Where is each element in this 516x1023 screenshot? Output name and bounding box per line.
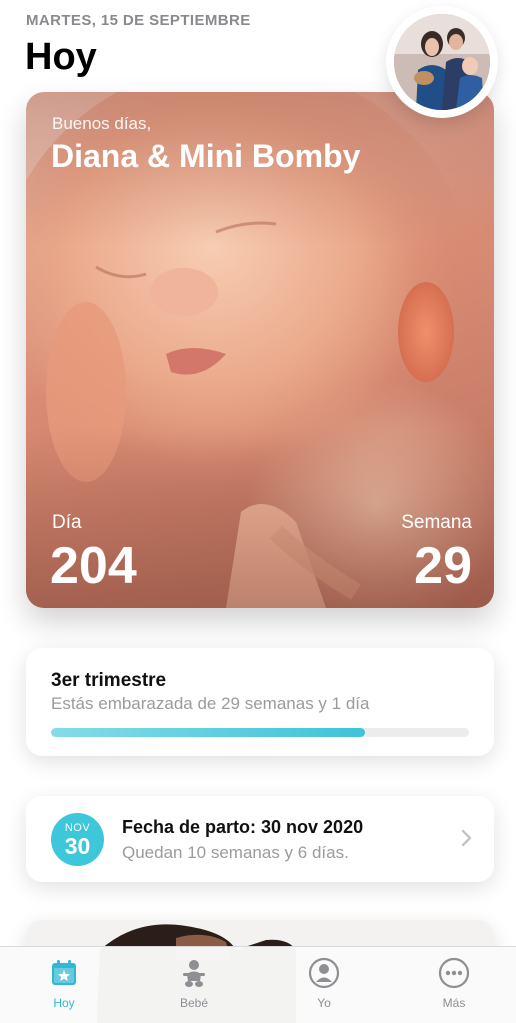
day-value: 204 — [50, 537, 137, 595]
profile-avatar-button[interactable] — [386, 6, 498, 118]
tab-label: Más — [442, 996, 466, 1010]
due-date-subtitle: Quedan 10 semanas y 6 días. — [122, 843, 349, 862]
calendar-badge-icon: NOV 30 — [51, 813, 104, 866]
trimester-title: 3er trimestre — [51, 670, 167, 691]
tab-yo[interactable]: Yo — [284, 953, 364, 1013]
week-label: Semana — [401, 512, 472, 533]
trimester-card[interactable]: 3er trimestre Estás embarazada de 29 sem… — [26, 648, 494, 756]
tab-bar: Hoy Bebé Yo Más — [0, 946, 516, 1023]
trimester-subtitle: Estás embarazada de 29 semanas y 1 día — [51, 694, 370, 713]
calendar-star-icon — [52, 960, 76, 985]
avatar — [394, 14, 490, 110]
week-value: 29 — [414, 537, 472, 595]
due-date-title: Fecha de parto: 30 nov 2020 — [122, 817, 364, 837]
tab-label: Bebé — [179, 996, 209, 1010]
pregnancy-progress-bar — [51, 728, 469, 737]
calendar-day: 30 — [64, 833, 91, 859]
mother-icon — [308, 957, 340, 989]
pregnancy-progress-fill — [51, 728, 365, 737]
day-label: Día — [52, 512, 82, 533]
page-title: Hoy — [25, 36, 97, 78]
due-date-card[interactable]: NOV 30 Fecha de parto: 30 nov 2020 Queda… — [26, 796, 494, 882]
chevron-right-icon — [461, 829, 472, 847]
date-label: MARTES, 15 DE SEPTIEMBRE — [26, 12, 251, 29]
family-photo-icon — [394, 14, 490, 110]
user-names: Diana & Mini Bomby — [51, 138, 361, 174]
baby-icon — [183, 960, 205, 987]
tab-hoy[interactable]: Hoy — [24, 953, 104, 1013]
pregnancy-hero-card[interactable]: Buenos días, Diana & Mini Bomby Día 204 … — [26, 92, 494, 608]
today-screen: MARTES, 15 DE SEPTIEMBRE Hoy Buenos días… — [0, 0, 516, 1023]
tab-bebe[interactable]: Bebé — [154, 953, 234, 1013]
greeting-text: Buenos días, — [52, 114, 152, 133]
tab-mas[interactable]: Más — [414, 953, 494, 1013]
more-icon — [438, 957, 470, 989]
tab-label: Hoy — [53, 996, 75, 1010]
tab-label: Yo — [317, 996, 331, 1010]
